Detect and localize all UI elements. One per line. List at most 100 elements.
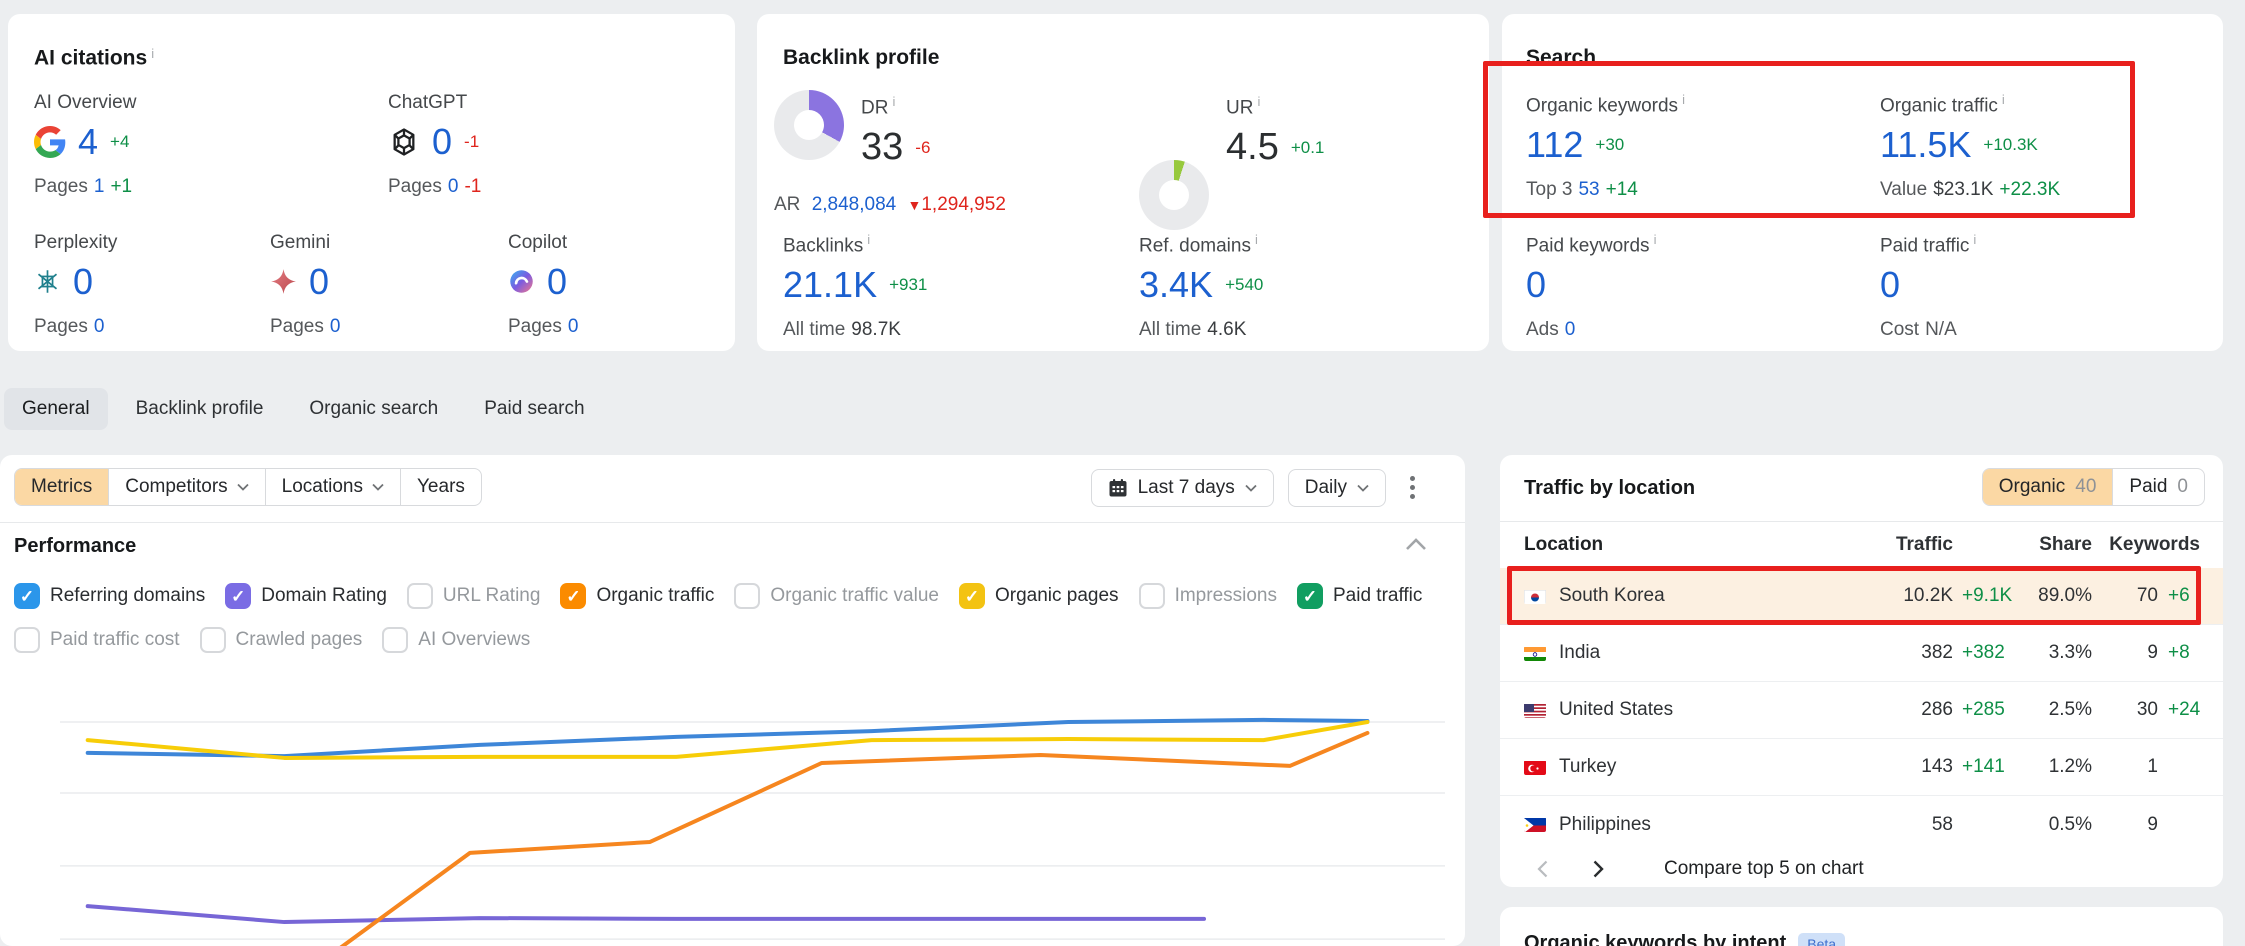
organic-keywords-value[interactable]: 112 <box>1526 125 1583 165</box>
tab-general[interactable]: General <box>4 388 108 430</box>
ar-line: AR 2,848,084 ▼1,294,952 <box>774 194 1006 216</box>
top3-value[interactable]: 53 <box>1578 179 1599 200</box>
tab-backlink-profile[interactable]: Backlink profile <box>118 388 282 430</box>
checkbox-referring-domains[interactable]: ✓Referring domains <box>14 583 205 609</box>
info-icon[interactable]: i <box>1255 232 1258 247</box>
segment-years[interactable]: Years <box>401 469 481 505</box>
keywords-link[interactable]: 30 <box>2137 682 2158 738</box>
flag-united-states-icon <box>1524 703 1546 718</box>
info-icon[interactable]: i <box>892 94 895 109</box>
ur-donut-chart <box>1139 160 1209 230</box>
table-row-south-korea[interactable]: South Korea 10.2K +9.1K 89.0% 70 +6 <box>1500 568 2223 625</box>
chatgpt-count[interactable]: 0 <box>432 122 452 162</box>
keywords-link[interactable]: 9 <box>2147 625 2158 681</box>
organic-keywords-metric: Organic keywordsi 112+30 Top 353+14 <box>1526 92 1685 201</box>
copilot-pages[interactable]: 0 <box>568 316 579 337</box>
checkbox-organic-pages[interactable]: ✓Organic pages <box>959 583 1119 609</box>
checkbox-paid-traffic[interactable]: ✓Paid traffic <box>1297 583 1422 609</box>
ai-overview-delta: +4 <box>110 132 129 152</box>
perplexity-icon <box>34 268 61 295</box>
info-icon[interactable]: i <box>1973 232 1976 247</box>
copilot-icon <box>508 268 535 295</box>
keywords-link[interactable]: 70 <box>2137 568 2158 624</box>
flag-philippines-icon <box>1524 817 1546 832</box>
flag-south-korea-icon <box>1524 589 1546 604</box>
beta-badge: Beta <box>1798 933 1845 946</box>
info-icon[interactable]: i <box>1654 232 1657 247</box>
checkbox-impressions[interactable]: Impressions <box>1139 583 1277 609</box>
collapse-section-button[interactable] <box>1405 537 1427 556</box>
table-row-united-states[interactable]: United States 286 +285 2.5% 30 +24 <box>1500 682 2223 739</box>
traffic-table-footer: Compare top 5 on chart <box>1524 851 1864 887</box>
paid-keywords-value[interactable]: 0 <box>1526 265 1546 305</box>
info-icon[interactable]: i <box>867 232 870 247</box>
copilot-metric: Copilot 0 Pages0 <box>508 232 578 338</box>
info-icon[interactable]: i <box>1682 92 1685 107</box>
perplexity-pages[interactable]: 0 <box>94 316 105 337</box>
ads-value[interactable]: 0 <box>1565 319 1576 340</box>
toggle-organic[interactable]: Organic40 <box>1983 469 2113 505</box>
gemini-count[interactable]: 0 <box>309 262 329 302</box>
chevron-down-icon <box>1357 484 1369 492</box>
table-row-india[interactable]: India 382 +382 3.3% 9 +8 <box>1500 625 2223 682</box>
checkbox-ai-overviews[interactable]: AI Overviews <box>382 627 530 653</box>
check-icon: ✓ <box>20 588 34 605</box>
segment-metrics[interactable]: Metrics <box>15 469 109 505</box>
divider <box>1500 521 2223 522</box>
checkbox-organic-traffic[interactable]: ✓Organic traffic <box>560 583 714 609</box>
site-explorer-overview: AI citationsi AI Overview 4 +4 Pages1+1 … <box>0 0 2245 946</box>
checkbox-url-rating[interactable]: URL Rating <box>407 583 541 609</box>
checkbox-crawled-pages[interactable]: Crawled pages <box>200 627 363 653</box>
copilot-count[interactable]: 0 <box>547 262 567 302</box>
info-icon[interactable]: i <box>151 46 154 61</box>
backlink-profile-card: Backlink profile DRi 33-6 AR 2,848,084 ▼… <box>757 14 1489 351</box>
table-row-turkey[interactable]: Turkey 143 +141 1.2% 1 <box>1500 739 2223 796</box>
backlink-profile-title: Backlink profile <box>783 46 939 70</box>
check-icon: ✓ <box>231 588 245 605</box>
granularity-button[interactable]: Daily <box>1288 469 1386 507</box>
ai-overview-count[interactable]: 4 <box>78 122 98 162</box>
header-share: Share <box>2039 529 2092 561</box>
ai-citations-title: AI citations <box>34 46 147 69</box>
more-options-kebab-icon[interactable] <box>1400 468 1425 507</box>
organic-traffic-value[interactable]: 11.5K <box>1880 125 1971 165</box>
paid-traffic-value[interactable]: 0 <box>1880 265 1900 305</box>
chevron-down-icon <box>372 483 384 491</box>
performance-chart[interactable] <box>60 680 1445 946</box>
gemini-pages[interactable]: 0 <box>330 316 341 337</box>
chevron-down-icon <box>1245 484 1257 492</box>
info-icon[interactable]: i <box>2002 92 2005 107</box>
toggle-paid[interactable]: Paid0 <box>2112 469 2204 505</box>
ref-domains-value[interactable]: 3.4K <box>1139 265 1213 305</box>
segment-competitors[interactable]: Competitors <box>109 469 265 505</box>
backlinks-value[interactable]: 21.1K <box>783 265 877 305</box>
chevron-right-icon <box>1593 860 1604 878</box>
date-range-button[interactable]: Last 7 days <box>1091 469 1274 507</box>
ref-domains-metric: Ref. domainsi 3.4K+540 All time4.6K <box>1139 232 1263 341</box>
triangle-down-icon: ▼ <box>908 197 922 213</box>
search-card: Search Organic keywordsi 112+30 Top 353+… <box>1502 14 2223 351</box>
openai-icon <box>388 126 420 158</box>
keywords-link[interactable]: 9 <box>2147 796 2158 853</box>
keywords-link[interactable]: 1 <box>2147 739 2158 795</box>
google-icon <box>34 126 66 158</box>
organic-traffic-metric: Organic traffici 11.5K+10.3K Value$23.1K… <box>1880 92 2060 201</box>
perplexity-count[interactable]: 0 <box>73 262 93 302</box>
ai-overview-pages[interactable]: 1 <box>94 176 105 197</box>
checkbox-organic-traffic-value[interactable]: Organic traffic value <box>734 583 939 609</box>
tab-paid-search[interactable]: Paid search <box>466 388 602 430</box>
segment-locations[interactable]: Locations <box>266 469 401 505</box>
info-icon[interactable]: i <box>1257 94 1260 109</box>
previous-page-button[interactable] <box>1524 851 1560 887</box>
checkbox-domain-rating[interactable]: ✓Domain Rating <box>225 583 387 609</box>
compare-top5-link[interactable]: Compare top 5 on chart <box>1664 858 1864 880</box>
checkbox-paid-traffic-cost[interactable]: Paid traffic cost <box>14 627 180 653</box>
chatgpt-pages[interactable]: 0 <box>448 176 459 197</box>
next-page-button[interactable] <box>1580 851 1616 887</box>
check-icon: ✓ <box>1303 588 1317 605</box>
ar-value[interactable]: 2,848,084 <box>812 194 897 215</box>
ai-citations-card: AI citationsi AI Overview 4 +4 Pages1+1 … <box>8 14 735 351</box>
tab-organic-search[interactable]: Organic search <box>291 388 456 430</box>
table-row-philippines[interactable]: Philippines 58 0.5% 9 <box>1500 796 2223 853</box>
chevron-up-icon <box>1405 537 1427 551</box>
